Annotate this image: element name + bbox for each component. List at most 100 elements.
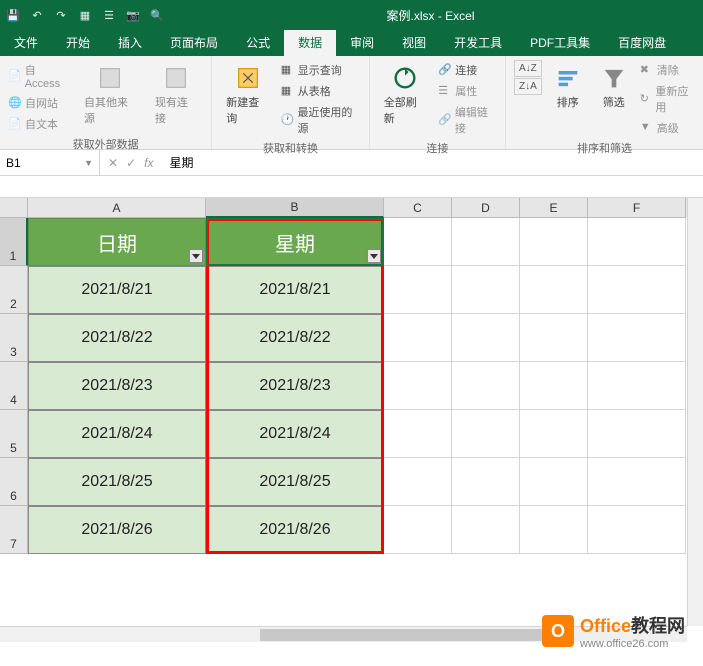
cell[interactable] [384,410,452,458]
row-header-2[interactable]: 2 [0,266,28,314]
filter-dropdown-b[interactable] [367,249,381,263]
table-cell[interactable]: 2021/8/24 [206,410,384,458]
cell[interactable] [588,410,686,458]
undo-icon[interactable]: ↶ [30,8,44,22]
table-cell[interactable]: 2021/8/26 [28,506,206,554]
cell[interactable] [384,266,452,314]
name-box[interactable]: B1 ▼ [0,150,100,175]
connections-button[interactable]: 🔗连接 [438,60,497,80]
scrollbar-thumb[interactable] [260,629,560,641]
cell[interactable] [588,506,686,554]
table-cell[interactable]: 2021/8/26 [206,506,384,554]
cell[interactable] [452,410,520,458]
vertical-scrollbar[interactable] [687,198,703,626]
from-web-button[interactable]: 🌐自网站 [8,93,72,113]
tab-file[interactable]: 文件 [0,30,52,56]
row-header-5[interactable]: 5 [0,410,28,458]
preview-icon[interactable]: 🔍 [150,8,164,22]
col-header-a[interactable]: A [28,198,206,218]
cell[interactable] [588,266,686,314]
table-cell[interactable]: 2021/8/22 [28,314,206,362]
cell[interactable] [520,362,588,410]
from-table-button[interactable]: ▦从表格 [281,81,361,101]
advanced-filter-button[interactable]: ▼高级 [640,118,695,138]
cell[interactable] [588,218,686,266]
reapply-button[interactable]: ↻重新应用 [640,81,695,117]
tab-baidu[interactable]: 百度网盘 [604,30,680,56]
table-cell[interactable]: 2021/8/23 [206,362,384,410]
tab-data[interactable]: 数据 [284,30,336,56]
table-cell[interactable]: 2021/8/24 [28,410,206,458]
filter-dropdown-a[interactable] [189,249,203,263]
cell[interactable] [520,506,588,554]
clear-filter-button[interactable]: ✖清除 [640,60,695,80]
edit-links-button[interactable]: 🔗编辑链接 [438,102,497,138]
cell[interactable] [588,362,686,410]
row-header-7[interactable]: 7 [0,506,28,554]
refresh-all-button[interactable]: 全部刷新 [378,60,432,130]
cell[interactable] [384,218,452,266]
table-header-b[interactable]: 星期 [206,218,384,266]
col-header-f[interactable]: F [588,198,686,218]
qat-icon-2[interactable]: ☰ [102,8,116,22]
table-cell[interactable]: 2021/8/21 [28,266,206,314]
cell[interactable] [520,266,588,314]
show-queries-button[interactable]: ▦显示查询 [281,60,361,80]
row-header-4[interactable]: 4 [0,362,28,410]
cell[interactable] [384,314,452,362]
select-all-corner[interactable] [0,198,28,218]
col-header-c[interactable]: C [384,198,452,218]
tab-developer[interactable]: 开发工具 [440,30,516,56]
sort-asc-button[interactable]: A↓Z [514,60,542,77]
cell[interactable] [520,314,588,362]
redo-icon[interactable]: ↷ [54,8,68,22]
col-header-e[interactable]: E [520,198,588,218]
tab-review[interactable]: 审阅 [336,30,388,56]
table-cell[interactable]: 2021/8/22 [206,314,384,362]
cell[interactable] [452,506,520,554]
cancel-icon[interactable]: ✕ [108,156,118,170]
table-cell[interactable]: 2021/8/25 [28,458,206,506]
existing-connections-button[interactable]: 现有连接 [149,60,203,130]
formula-bar[interactable]: 星期 [161,154,703,171]
from-text-button[interactable]: 📄自文本 [8,114,72,134]
table-cell[interactable]: 2021/8/25 [206,458,384,506]
save-icon[interactable]: 💾 [6,8,20,22]
cell[interactable] [452,362,520,410]
sort-button[interactable]: 排序 [548,60,588,114]
tab-home[interactable]: 开始 [52,30,104,56]
table-cell[interactable]: 2021/8/21 [206,266,384,314]
confirm-icon[interactable]: ✓ [126,156,136,170]
row-header-6[interactable]: 6 [0,458,28,506]
tab-insert[interactable]: 插入 [104,30,156,56]
tab-pdf[interactable]: PDF工具集 [516,30,604,56]
table-cell[interactable]: 2021/8/23 [28,362,206,410]
col-header-b[interactable]: B [206,198,384,218]
cell[interactable] [520,218,588,266]
row-header-3[interactable]: 3 [0,314,28,362]
cell[interactable] [452,266,520,314]
cell[interactable] [588,314,686,362]
tab-layout[interactable]: 页面布局 [156,30,232,56]
row-header-1[interactable]: 1 [0,218,28,266]
new-query-button[interactable]: 新建查询 [220,60,274,130]
fx-icon[interactable]: fx [144,156,153,170]
camera-icon[interactable]: 📷 [126,8,140,22]
col-header-d[interactable]: D [452,198,520,218]
cell[interactable] [452,458,520,506]
tab-view[interactable]: 视图 [388,30,440,56]
cell[interactable] [452,314,520,362]
cell[interactable] [520,458,588,506]
qat-icon-1[interactable]: ▦ [78,8,92,22]
cell[interactable] [384,458,452,506]
sort-desc-button[interactable]: Z↓A [514,78,542,95]
cell[interactable] [384,362,452,410]
cell[interactable] [452,218,520,266]
from-other-sources-button[interactable]: 自其他来源 [78,60,143,130]
recent-sources-button[interactable]: 🕐最近使用的源 [281,102,361,138]
table-header-a[interactable]: 日期 [28,218,206,266]
chevron-down-icon[interactable]: ▼ [84,158,93,168]
filter-button[interactable]: 筛选 [594,60,634,114]
tab-formulas[interactable]: 公式 [232,30,284,56]
cell[interactable] [384,506,452,554]
